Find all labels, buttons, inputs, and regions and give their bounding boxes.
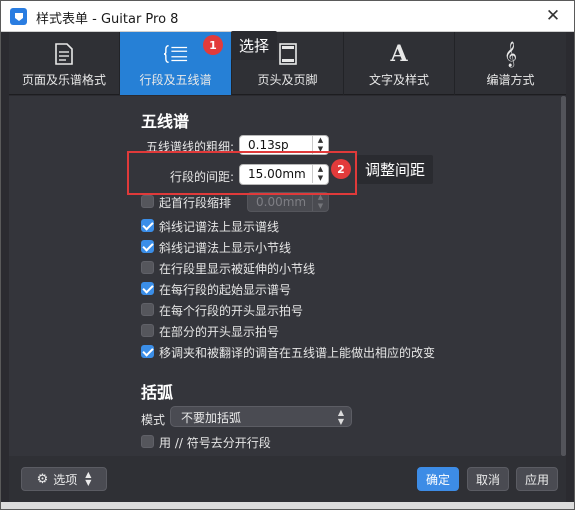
checkbox-extended-barlines[interactable] [141, 261, 154, 274]
scrollbar-thumb[interactable] [561, 96, 566, 456]
section-title-staff: 五线谱 [141, 112, 190, 131]
scrollbar[interactable] [561, 96, 566, 456]
annotation-marker-1: 1 [203, 35, 223, 55]
annotation-callout-1: 选择 [231, 31, 278, 60]
dialog-footer: ⚙ 选项 ▲ ▼ 确定 取消 应用 [9, 456, 566, 502]
tab-notation[interactable]: 𝄞 编谱方式 [455, 32, 566, 95]
checkbox-capo-transposition[interactable] [141, 345, 154, 358]
option-label: 斜线记谱法上显示小节线 [159, 241, 292, 255]
checkbox-time-sig-section-start[interactable] [141, 324, 154, 337]
option-label: 斜线记谱法上显示谱线 [159, 220, 280, 234]
tab-bar: 页面及乐谱格式 行段及五线谱 页头及页脚 A 文字及样式 𝄞 编谱方式 [9, 32, 566, 95]
options-button[interactable]: ⚙ 选项 ▲ ▼ [21, 467, 107, 491]
gear-icon: ⚙ [36, 471, 49, 487]
chevron-up-icon[interactable]: ▲ [313, 136, 328, 145]
first-indent-value: 0.00mm [256, 195, 307, 209]
option-label: 在行段里显示被延伸的小节线 [159, 262, 316, 276]
annotation-marker-2: 2 [331, 159, 351, 179]
tab-label: 编谱方式 [486, 73, 535, 87]
line-width-value: 0.13sp [248, 138, 289, 152]
treble-clef-icon: 𝄞 [503, 41, 517, 67]
tab-label: 页头及页脚 [257, 73, 318, 87]
ok-button[interactable]: 确定 [417, 467, 459, 491]
section-title-brackets: 括弧 [141, 383, 174, 402]
option-label: 在每行段的起始显示谱号 [159, 283, 292, 297]
staff-system-icon [163, 42, 188, 66]
options-label: 选项 [53, 472, 78, 487]
first-indent-stepper: 0.00mm ▲ ▼ [247, 192, 329, 212]
split-systems-label: 用 // 符号去分开行段 [159, 436, 271, 450]
annotation-highlight-box [127, 151, 357, 195]
tab-page-format[interactable]: 页面及乐谱格式 [9, 32, 120, 95]
chevron-updown-icon: ▲ ▼ [85, 470, 92, 487]
checkbox-split-systems[interactable] [141, 435, 154, 448]
checkbox-slash-barlines[interactable] [141, 240, 154, 253]
close-icon[interactable]: ✕ [543, 6, 563, 26]
first-indent-label: 起首行段缩排 [159, 196, 232, 210]
checkbox-time-sig-each-system[interactable] [141, 303, 154, 316]
bracket-mode-label: 模式 [141, 413, 166, 427]
window-title: 样式表单 - Guitar Pro 8 [36, 12, 179, 27]
title-bar: 样式表单 - Guitar Pro 8 ✕ [1, 1, 574, 32]
option-label: 在部分的开头显示拍号 [159, 325, 280, 339]
style-sheet-dialog: 样式表单 - Guitar Pro 8 ✕ 页面及乐谱格式 行段及五线谱 页头及… [0, 0, 575, 510]
bracket-mode-value: 不要加括弧 [181, 411, 242, 425]
bracket-mode-select[interactable]: 不要加括弧 ▲ ▼ [170, 406, 352, 427]
apply-button[interactable]: 应用 [516, 467, 558, 491]
tab-label: 行段及五线谱 [139, 73, 212, 87]
stepper-arrows: ▲ ▼ [312, 193, 328, 211]
checkbox-clef-each-system[interactable] [141, 282, 154, 295]
header-footer-icon [276, 42, 300, 66]
page-icon [52, 42, 76, 66]
guitar-pro-logo-icon [10, 8, 27, 25]
chevron-updown-icon: ▲ ▼ [337, 408, 344, 426]
tab-text-style[interactable]: A 文字及样式 [344, 32, 455, 95]
checkbox-slash-staff-lines[interactable] [141, 219, 154, 232]
first-indent-checkbox[interactable] [141, 195, 154, 208]
tab-label: 页面及乐谱格式 [21, 73, 106, 87]
annotation-callout-2: 调整间距 [357, 155, 434, 184]
option-label: 移调夹和被翻译的调音在五线谱上能做出相应的改变 [159, 346, 436, 360]
cancel-button[interactable]: 取消 [467, 467, 509, 491]
window-bottom-edge [1, 502, 574, 509]
chevron-down-icon: ▼ [317, 202, 324, 210]
tab-label: 文字及样式 [368, 73, 429, 87]
option-label: 在每个行段的开头显示拍号 [159, 304, 304, 318]
text-style-icon: A [390, 41, 408, 67]
